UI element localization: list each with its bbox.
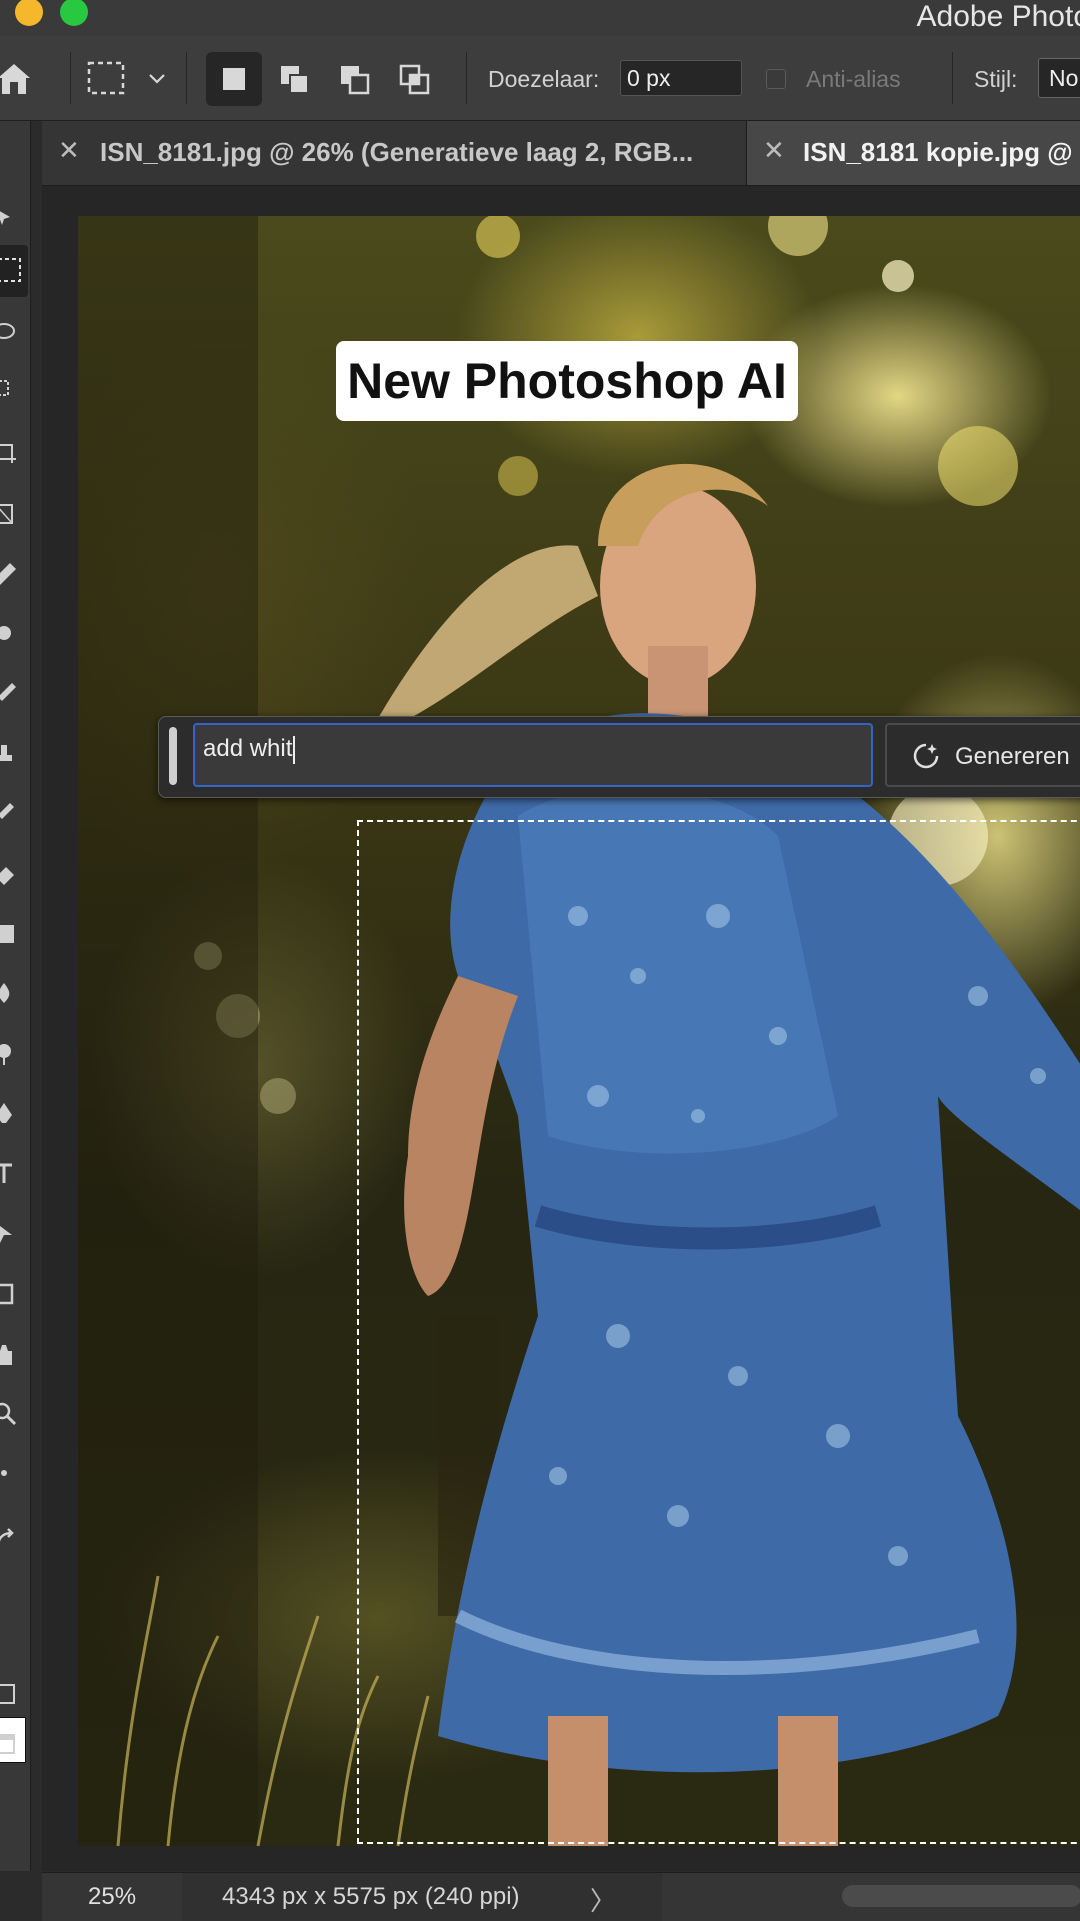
chevron-down-icon[interactable] — [148, 72, 166, 86]
frame-tool-icon[interactable] — [0, 501, 18, 527]
options-bar: Doezelaar: 0 px Anti-alias Stijl: No — [0, 36, 1080, 121]
close-icon[interactable]: ✕ — [58, 135, 80, 166]
tab-label: ISN_8181 kopie.jpg @ — [803, 137, 1073, 167]
healing-brush-tool-icon[interactable] — [0, 621, 18, 647]
tab-isn-8181[interactable]: ✕ ISN_8181.jpg @ 26% (Generatieve laag 2… — [42, 121, 747, 185]
swap-colors-icon[interactable] — [0, 1527, 18, 1553]
rectangle-tool-icon[interactable] — [0, 1281, 18, 1307]
chevron-right-icon[interactable]: 〉 — [590, 1881, 616, 1918]
document-info-text: 4343 px x 5575 px (240 ppi) — [222, 1883, 520, 1910]
hand-tool-icon[interactable] — [0, 1341, 18, 1367]
minimize-window-button[interactable] — [15, 0, 43, 26]
close-icon[interactable]: ✕ — [763, 135, 785, 166]
zoom-level[interactable]: 25% — [88, 1883, 136, 1911]
marquee-tool-icon[interactable] — [0, 245, 28, 297]
zoom-tool-icon[interactable] — [0, 1401, 18, 1427]
selection-marquee — [357, 820, 1080, 1844]
new-selection-button[interactable] — [206, 52, 262, 106]
object-selection-tool-icon[interactable] — [0, 379, 18, 405]
divider — [186, 52, 187, 104]
eraser-tool-icon[interactable] — [0, 861, 18, 887]
generate-label: Genereren — [955, 743, 1070, 770]
more-tools-icon[interactable] — [0, 1461, 18, 1487]
pen-tool-icon[interactable] — [0, 1101, 18, 1127]
title-bar: Adobe Photo — [0, 0, 1080, 36]
screen-mode-icon[interactable] — [0, 1731, 18, 1757]
document-tabs: ✕ ISN_8181.jpg @ 26% (Generatieve laag 2… — [42, 121, 1080, 186]
divider — [70, 52, 71, 104]
history-brush-tool-icon[interactable] — [0, 801, 18, 827]
eyedropper-tool-icon[interactable] — [0, 561, 18, 587]
intersect-selection-button[interactable] — [386, 52, 442, 106]
divider — [952, 52, 953, 104]
prompt-text: add whit — [203, 735, 293, 762]
generative-fill-bar: add whit Genereren — [158, 716, 1080, 798]
feather-input[interactable]: 0 px — [620, 60, 742, 96]
tab-isn-8181-kopie[interactable]: ✕ ISN_8181 kopie.jpg @ — [747, 121, 1080, 185]
drag-handle[interactable] — [169, 727, 177, 785]
home-icon[interactable] — [0, 58, 34, 98]
status-bar: 25% 4343 px x 5575 px (240 ppi) 〉 — [42, 1872, 1080, 1921]
divider — [466, 52, 467, 104]
gradient-tool-icon[interactable] — [0, 921, 18, 947]
antialias-label: Anti-alias — [806, 66, 901, 92]
generate-icon — [911, 741, 941, 776]
type-tool-icon[interactable] — [0, 1161, 18, 1187]
text-caret — [293, 735, 296, 764]
move-tool-icon[interactable] — [0, 205, 18, 231]
generate-button[interactable]: Genereren — [885, 723, 1080, 787]
clone-stamp-tool-icon[interactable] — [0, 741, 18, 767]
rectangular-marquee-icon[interactable] — [86, 60, 126, 98]
overlay-caption: New Photoshop AI — [336, 341, 798, 421]
app-title: Adobe Photo — [916, 0, 1080, 33]
style-label: Stijl: — [974, 66, 1018, 92]
add-to-selection-button[interactable] — [266, 52, 322, 106]
antialias-checkbox[interactable] — [766, 69, 786, 89]
crop-tool-icon[interactable] — [0, 439, 18, 465]
lasso-tool-icon[interactable] — [0, 321, 18, 347]
feather-label: Doezelaar: — [488, 66, 600, 92]
brush-tool-icon[interactable] — [0, 681, 18, 707]
zoom-window-button[interactable] — [60, 0, 88, 26]
style-select[interactable]: No — [1038, 58, 1080, 98]
horizontal-scrollbar[interactable] — [842, 1885, 1080, 1907]
dodge-tool-icon[interactable] — [0, 1041, 18, 1067]
path-selection-tool-icon[interactable] — [0, 1221, 18, 1247]
blur-tool-icon[interactable] — [0, 981, 18, 1007]
prompt-input[interactable]: add whit — [193, 723, 873, 787]
tools-panel — [0, 121, 31, 1871]
quick-mask-icon[interactable] — [0, 1681, 18, 1707]
tab-label: ISN_8181.jpg @ 26% (Generatieve laag 2, … — [100, 137, 694, 167]
subtract-from-selection-button[interactable] — [326, 52, 382, 106]
